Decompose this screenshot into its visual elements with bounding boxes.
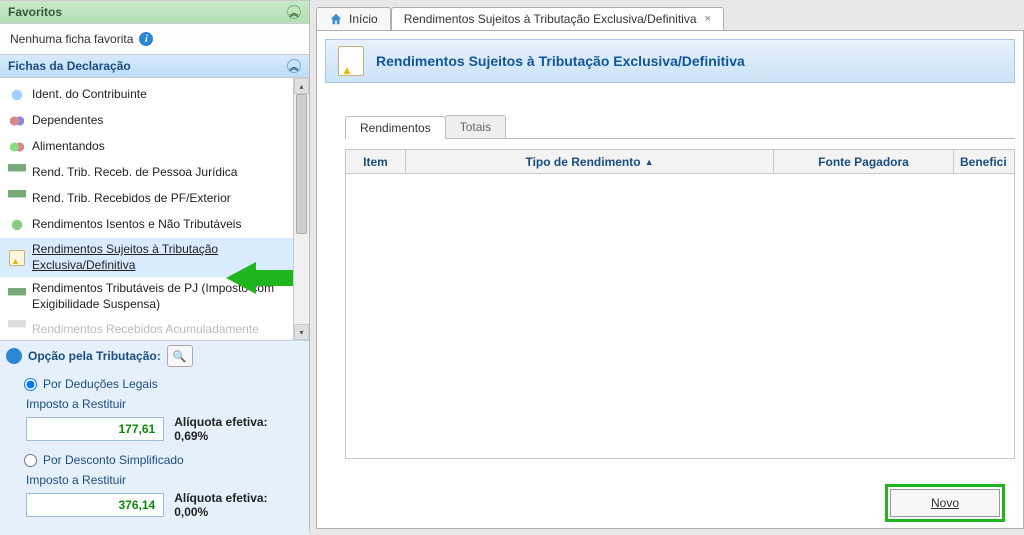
radio-deducoes-legais[interactable] xyxy=(24,378,37,391)
fichas-list: Ident. do Contribuinte Dependentes Alime… xyxy=(0,78,309,340)
money-icon xyxy=(8,190,26,208)
sidebar: Favoritos ︽ Nenhuma ficha favorita i Fic… xyxy=(0,0,310,531)
sidebar-item-dependentes[interactable]: Dependentes xyxy=(0,108,309,134)
button-label: Novo xyxy=(931,496,959,510)
sidebar-item-rend-acumulado[interactable]: Rendimentos Recebidos Acumuladamente xyxy=(0,316,309,340)
chevron-up-icon[interactable]: ︽ xyxy=(287,59,301,73)
novo-button[interactable]: Novo xyxy=(890,489,1000,517)
sidebar-item-label: Rendimentos Recebidos Acumuladamente xyxy=(32,322,259,338)
content-body: Rendimentos Totais Item Tipo de Rendimen… xyxy=(317,83,1023,528)
sidebar-item-rend-pf-exterior[interactable]: Rend. Trib. Recebidos de PF/Exterior xyxy=(0,186,309,212)
sidebar-item-ident-contribuinte[interactable]: Ident. do Contribuinte xyxy=(0,82,309,108)
tax-subtitle: Imposto a Restituir xyxy=(26,397,303,411)
sidebar-item-alimentandos[interactable]: Alimentandos xyxy=(0,134,309,160)
sidebar-item-label: Rendimentos Tributáveis de PJ (Imposto c… xyxy=(32,281,301,312)
people-icon xyxy=(8,112,26,130)
tab-rendimentos-exclusiva[interactable]: Rendimentos Sujeitos à Tributação Exclus… xyxy=(391,7,724,30)
subtab-label: Rendimentos xyxy=(360,121,431,135)
people-icon xyxy=(8,138,26,156)
scroll-up-icon[interactable]: ▴ xyxy=(294,78,309,94)
chevron-up-icon[interactable]: ︽ xyxy=(287,5,301,19)
info-icon[interactable]: i xyxy=(139,32,153,46)
sidebar-item-label: Rend. Trib. Receb. de Pessoa Jurídica xyxy=(32,165,237,181)
tax-value-row: 177,61 Alíquota efetiva: 0,69% xyxy=(26,415,303,443)
scroll-thumb[interactable] xyxy=(296,94,307,234)
scroll-down-icon[interactable]: ▾ xyxy=(294,324,309,340)
tax-subtitle: Imposto a Restituir xyxy=(26,473,303,487)
document-warning-icon xyxy=(338,46,364,76)
col-beneficiario[interactable]: Benefici xyxy=(954,150,1014,173)
tab-inicio[interactable]: Início xyxy=(316,7,391,30)
search-button[interactable] xyxy=(167,345,193,367)
radio-desconto-simplificado[interactable] xyxy=(24,454,37,467)
sidebar-item-rend-pj[interactable]: Rend. Trib. Receb. de Pessoa Jurídica xyxy=(0,160,309,186)
sidebar-item-rend-exclusiva[interactable]: Rendimentos Sujeitos à Tributação Exclus… xyxy=(0,238,309,277)
sidebar-item-label: Rend. Trib. Recebidos de PF/Exterior xyxy=(32,191,231,207)
col-item[interactable]: Item xyxy=(346,150,406,173)
table-header: Item Tipo de Rendimento ▲ Fonte Pagadora… xyxy=(346,150,1014,174)
col-label: Benefici xyxy=(960,155,1007,169)
favoritos-empty-text: Nenhuma ficha favorita xyxy=(10,32,133,46)
check-icon xyxy=(8,216,26,234)
tax-value-deducoes: 177,61 xyxy=(26,417,164,441)
tab-label: Início xyxy=(349,12,378,26)
taxation-header: Opção pela Tributação: xyxy=(6,345,303,367)
tax-option-simplificado[interactable]: Por Desconto Simplificado xyxy=(6,451,303,469)
home-icon xyxy=(329,12,343,26)
tax-value-simplificado: 376,14 xyxy=(26,493,164,517)
favoritos-header-label: Favoritos xyxy=(8,5,62,19)
main-area: Início Rendimentos Sujeitos à Tributação… xyxy=(310,0,1024,531)
col-fonte-pagadora[interactable]: Fonte Pagadora xyxy=(774,150,954,173)
fichas-list-container: Ident. do Contribuinte Dependentes Alime… xyxy=(0,78,309,340)
sub-tabs: Rendimentos Totais xyxy=(345,113,1015,139)
favoritos-header[interactable]: Favoritos ︽ xyxy=(0,0,309,24)
content-card: Rendimentos Sujeitos à Tributação Exclus… xyxy=(316,30,1024,529)
col-label: Item xyxy=(363,155,388,169)
search-icon xyxy=(173,349,187,363)
person-icon xyxy=(8,86,26,104)
col-tipo-rendimento[interactable]: Tipo de Rendimento ▲ xyxy=(406,150,774,173)
sidebar-item-rend-isentos[interactable]: Rendimentos Isentos e Não Tributáveis xyxy=(0,212,309,238)
close-icon[interactable]: × xyxy=(705,13,711,25)
tax-option-icon xyxy=(6,348,22,364)
radio-label: Por Desconto Simplificado xyxy=(43,453,184,467)
tax-value-row: 376,14 Alíquota efetiva: 0,00% xyxy=(26,491,303,519)
annotation-highlight: Novo xyxy=(885,484,1005,522)
favoritos-body: Nenhuma ficha favorita i xyxy=(0,24,309,54)
subtab-rendimentos[interactable]: Rendimentos xyxy=(345,116,446,139)
taxation-header-label: Opção pela Tributação: xyxy=(28,349,161,363)
fichas-scrollbar[interactable]: ▴ ▾ xyxy=(293,78,309,340)
col-label: Fonte Pagadora xyxy=(818,155,909,169)
col-label: Tipo de Rendimento xyxy=(525,155,640,169)
fichas-header[interactable]: Fichas da Declaração ︽ xyxy=(0,54,309,78)
subtab-totais[interactable]: Totais xyxy=(445,115,506,138)
sidebar-item-label: Alimentandos xyxy=(32,139,105,155)
sidebar-item-label: Rendimentos Isentos e Não Tributáveis xyxy=(32,217,241,233)
sidebar-item-label: Rendimentos Sujeitos à Tributação Exclus… xyxy=(32,242,301,273)
top-tabs: Início Rendimentos Sujeitos à Tributação… xyxy=(316,4,1024,30)
fichas-header-label: Fichas da Declaração xyxy=(8,59,131,73)
tax-aliquota: Alíquota efetiva: 0,00% xyxy=(174,491,303,519)
tax-aliquota: Alíquota efetiva: 0,69% xyxy=(174,415,303,443)
sort-asc-icon: ▲ xyxy=(645,157,654,167)
tax-option-deducoes[interactable]: Por Deduções Legais xyxy=(6,375,303,393)
money-icon xyxy=(8,288,26,306)
money-icon xyxy=(8,164,26,182)
document-icon xyxy=(8,320,26,338)
subtab-label: Totais xyxy=(460,120,491,134)
taxation-panel: Opção pela Tributação: Por Deduções Lega… xyxy=(0,340,309,535)
document-warning-icon xyxy=(8,249,26,267)
tab-label: Rendimentos Sujeitos à Tributação Exclus… xyxy=(404,12,697,26)
sidebar-item-label: Ident. do Contribuinte xyxy=(32,87,147,103)
sidebar-item-rend-suspensa[interactable]: Rendimentos Tributáveis de PJ (Imposto c… xyxy=(0,277,309,316)
sidebar-item-label: Dependentes xyxy=(32,113,103,129)
footer-toolbar: Novo xyxy=(867,478,1023,528)
rendimentos-table: Item Tipo de Rendimento ▲ Fonte Pagadora… xyxy=(345,149,1015,459)
page-title: Rendimentos Sujeitos à Tributação Exclus… xyxy=(376,53,745,69)
radio-label: Por Deduções Legais xyxy=(43,377,158,391)
page-title-bar: Rendimentos Sujeitos à Tributação Exclus… xyxy=(325,39,1015,83)
